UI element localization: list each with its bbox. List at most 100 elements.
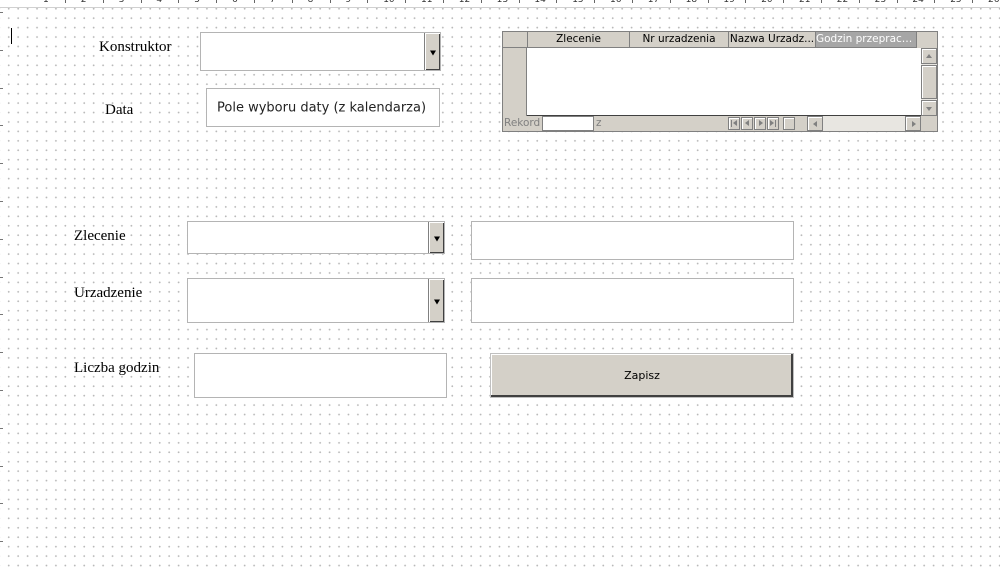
ruler-tick xyxy=(442,0,444,3)
column-header-nr-urzadzenia[interactable]: Nr urzadzenia xyxy=(630,32,729,48)
urzadzenie-details-field[interactable] xyxy=(471,278,794,323)
ruler-tick xyxy=(0,12,3,13)
ruler-tick xyxy=(0,49,3,51)
ruler-tick xyxy=(216,0,218,3)
arrow-left-icon xyxy=(813,121,817,127)
ruler-tick xyxy=(896,0,898,3)
konstruktor-combobox[interactable] xyxy=(200,32,441,71)
urzadzenie-combobox[interactable] xyxy=(187,278,445,323)
ruler-tick xyxy=(0,503,3,505)
ruler-tick xyxy=(0,163,3,165)
record-label: Rekord xyxy=(504,117,541,129)
ruler-tick xyxy=(0,465,3,467)
record-number-input[interactable] xyxy=(542,116,594,131)
record-of-label: z xyxy=(596,117,602,129)
chevron-down-icon xyxy=(429,50,436,55)
previous-record-icon xyxy=(745,120,749,126)
table-body[interactable] xyxy=(527,48,921,116)
scroll-right-button[interactable] xyxy=(905,116,921,131)
chevron-down-icon xyxy=(433,236,440,241)
ruler-tick xyxy=(291,0,293,3)
liczba-godzin-label: Liczba godzin xyxy=(74,360,160,376)
next-record-icon xyxy=(759,120,763,126)
zlecenie-combobox[interactable] xyxy=(187,221,445,254)
zlecenie-dropdown-button[interactable] xyxy=(428,222,444,253)
ruler-number: 24 xyxy=(912,0,924,5)
first-record-button[interactable] xyxy=(728,117,740,130)
arrow-up-icon xyxy=(926,54,932,58)
scroll-up-button[interactable] xyxy=(921,48,937,64)
records-table-control[interactable]: Zlecenie Nr urzadzenia Nazwa Urzadz... G… xyxy=(502,31,938,132)
ruler-number: 4 xyxy=(156,0,163,5)
arrow-right-icon xyxy=(912,121,916,127)
ruler-tick xyxy=(329,0,331,3)
horizontal-scrollbar[interactable] xyxy=(807,116,921,131)
ruler-number: 25 xyxy=(950,0,962,5)
konstruktor-dropdown-button[interactable] xyxy=(424,33,440,70)
arrow-down-icon xyxy=(926,107,932,111)
ruler-tick xyxy=(405,0,407,3)
ruler-number: 13 xyxy=(496,0,509,5)
ruler-number: 6 xyxy=(232,0,238,5)
row-header-column xyxy=(503,48,527,116)
ruler-tick xyxy=(0,238,3,240)
urzadzenie-dropdown-button[interactable] xyxy=(428,279,444,322)
ruler-number: 19 xyxy=(723,0,735,5)
ruler-tick xyxy=(0,201,3,202)
date-picker-placeholder: Pole wyboru daty (z kalendarza) xyxy=(217,100,427,115)
top-ruler: 1 2 3 4 5 6 7 8 9 10 11 12 13 14 15 16 17 18 19 20 21 22 23 24 2… xyxy=(0,0,1000,8)
liczba-godzin-input[interactable] xyxy=(194,353,447,398)
ruler-tick xyxy=(0,314,3,316)
zlecenie-details-field[interactable] xyxy=(471,221,794,260)
column-header-nazwa-urzadzenia[interactable]: Nazwa Urzadz... xyxy=(729,32,816,48)
ruler-number: 23 xyxy=(874,0,887,5)
ruler-number: 20 xyxy=(761,0,773,5)
ruler-tick xyxy=(934,0,936,3)
ruler-tick xyxy=(0,352,3,354)
first-record-icon xyxy=(733,120,737,126)
ruler-tick xyxy=(480,0,482,3)
text-cursor xyxy=(11,28,12,44)
ruler-number: 21 xyxy=(799,0,811,5)
new-record-button[interactable] xyxy=(783,117,795,130)
ruler-number: 3 xyxy=(118,0,125,5)
scroll-left-button[interactable] xyxy=(807,116,823,131)
ruler-tick xyxy=(518,0,520,3)
save-button[interactable]: Zapisz xyxy=(490,353,794,398)
ruler-number: 11 xyxy=(421,0,433,5)
ruler-number: 9 xyxy=(345,0,352,5)
date-picker-field[interactable]: Pole wyboru daty (z kalendarza) xyxy=(206,88,440,127)
table-corner-cell xyxy=(503,32,528,48)
last-record-button[interactable] xyxy=(767,117,779,130)
ruler-tick xyxy=(0,276,3,278)
ruler-number: 15 xyxy=(572,0,584,5)
ruler-number: 8 xyxy=(307,0,314,5)
ruler-tick xyxy=(707,0,709,3)
ruler-tick xyxy=(0,427,3,429)
scroll-thumb[interactable] xyxy=(921,65,937,99)
record-navigation-bar: Rekord z xyxy=(503,116,937,131)
ruler-tick xyxy=(0,125,3,127)
ruler-number: 12 xyxy=(458,0,471,5)
ruler-number: 10 xyxy=(383,0,395,5)
left-ruler-marks xyxy=(0,0,6,570)
previous-record-button[interactable] xyxy=(741,117,753,130)
ruler-number: 18 xyxy=(685,0,698,5)
ruler-number: 2 xyxy=(80,0,87,5)
ruler-tick xyxy=(631,0,633,3)
ruler-tick xyxy=(0,541,3,543)
ruler-tick xyxy=(178,0,180,3)
ruler-number: 22 xyxy=(836,0,849,5)
vertical-scrollbar[interactable] xyxy=(921,48,937,116)
ruler-tick xyxy=(669,0,671,3)
ruler-number: 1 xyxy=(43,0,49,5)
ruler-number: 5 xyxy=(194,0,200,5)
scroll-down-button[interactable] xyxy=(921,100,937,116)
ruler-number: 16 xyxy=(610,0,622,5)
next-record-button[interactable] xyxy=(754,117,766,130)
column-header-godzin-przepracowanych[interactable]: Godzin przepraco... xyxy=(816,32,917,48)
urzadzenie-label: Urzadzenie xyxy=(74,285,143,301)
column-header-zlecenie[interactable]: Zlecenie xyxy=(528,32,630,48)
ruler-tick xyxy=(0,390,3,391)
ruler-tick xyxy=(0,87,3,89)
